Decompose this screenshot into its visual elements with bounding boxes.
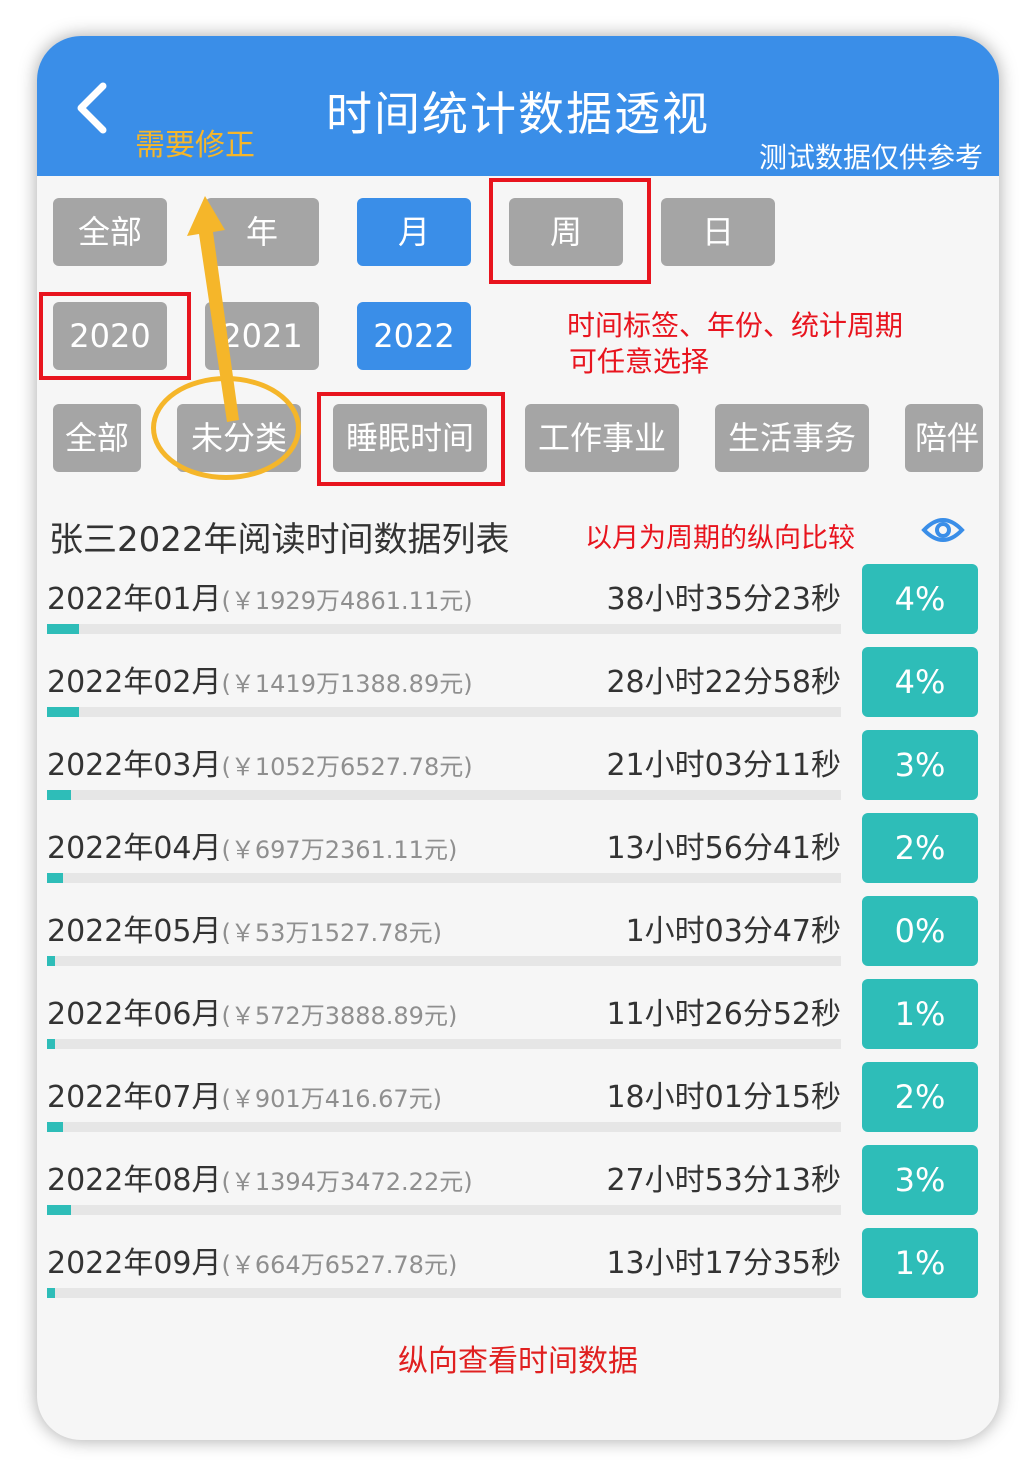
annotation-box-sleep [317, 392, 505, 486]
row-duration: 11小时26分52秒 [606, 997, 841, 1032]
progress-track [47, 1122, 841, 1132]
row-duration: 38小时35分23秒 [606, 582, 841, 617]
row-amount: (￥697万2361.11元) [221, 836, 458, 864]
row-amount: (￥1052万6527.78元) [221, 753, 473, 781]
row-duration: 1小时03分47秒 [625, 914, 841, 949]
category-tab-life[interactable]: 生活事务 [715, 404, 869, 472]
row-period: 2022年08月(￥1394万3472.22元) [47, 1163, 473, 1198]
row-amount: (￥572万3888.89元) [221, 1002, 458, 1030]
table-row[interactable]: 2022年01月(￥1929万4861.11元) 38小时35分23秒 4% [47, 564, 987, 644]
year-tab-2022[interactable]: 2022 [357, 302, 471, 370]
row-duration: 13小时17分35秒 [606, 1246, 841, 1281]
progress-fill [47, 1288, 55, 1298]
table-row[interactable]: 2022年05月(￥53万1527.78元) 1小时03分47秒 0% [47, 896, 987, 976]
progress-track [47, 707, 841, 717]
row-period: 2022年05月(￥53万1527.78元) [47, 914, 443, 949]
table-row[interactable]: 2022年07月(￥901万416.67元) 18小时01分15秒 2% [47, 1062, 987, 1142]
page-subtitle: 测试数据仅供参考 [758, 141, 983, 174]
table-row[interactable]: 2022年02月(￥1419万1388.89元) 28小时22分58秒 4% [47, 647, 987, 727]
row-amount: (￥664万6527.78元) [221, 1251, 458, 1279]
row-amount: (￥1394万3472.22元) [221, 1168, 473, 1196]
eye-icon[interactable] [921, 510, 965, 550]
annotation-box-week [489, 178, 651, 284]
progress-track [47, 1039, 841, 1049]
progress-track [47, 790, 841, 800]
progress-track [47, 873, 841, 883]
percent-badge[interactable]: 4% [862, 564, 978, 634]
row-period: 2022年02月(￥1419万1388.89元) [47, 665, 473, 700]
row-amount: (￥901万416.67元) [221, 1085, 443, 1113]
footer-note: 纵向查看时间数据 [398, 1344, 638, 1379]
row-duration: 28小时22分58秒 [606, 665, 841, 700]
annotation-fix-note: 需要修正 [135, 128, 255, 163]
progress-fill [47, 707, 79, 717]
percent-badge[interactable]: 1% [862, 979, 978, 1049]
progress-track [47, 624, 841, 634]
row-period: 2022年03月(￥1052万6527.78元) [47, 748, 473, 783]
progress-fill [47, 790, 71, 800]
percent-badge[interactable]: 3% [862, 1145, 978, 1215]
row-period: 2022年09月(￥664万6527.78元) [47, 1246, 458, 1281]
annotation-compare-note: 以月为周期的纵向比较 [585, 523, 855, 554]
progress-track [47, 1288, 841, 1298]
percent-badge[interactable]: 2% [862, 813, 978, 883]
progress-track [47, 1205, 841, 1215]
percent-badge[interactable]: 2% [862, 1062, 978, 1132]
row-amount: (￥1929万4861.11元) [221, 587, 473, 615]
category-tab-companion[interactable]: 陪伴 [905, 404, 983, 472]
progress-fill [47, 873, 63, 883]
period-tab-day[interactable]: 日 [661, 198, 775, 266]
category-tab-work[interactable]: 工作事业 [525, 404, 679, 472]
phone-screen: 时间统计数据透视 测试数据仅供参考 全部 年 月 周 日 2020 2021 2… [37, 36, 999, 1440]
progress-fill [47, 956, 55, 966]
table-row[interactable]: 2022年04月(￥697万2361.11元) 13小时56分41秒 2% [47, 813, 987, 893]
annotation-ellipse-uncategorized [151, 376, 301, 480]
percent-badge[interactable]: 4% [862, 647, 978, 717]
row-duration: 27小时53分13秒 [606, 1163, 841, 1198]
row-period: 2022年04月(￥697万2361.11元) [47, 831, 458, 866]
percent-badge[interactable]: 0% [862, 896, 978, 966]
annotation-box-2020 [39, 292, 191, 380]
annotation-selection-note-2: 可任意选择 [569, 345, 710, 378]
row-duration: 21小时03分11秒 [606, 748, 841, 783]
percent-badge[interactable]: 1% [862, 1228, 978, 1298]
table-row[interactable]: 2022年03月(￥1052万6527.78元) 21小时03分11秒 3% [47, 730, 987, 810]
row-duration: 13小时56分41秒 [606, 831, 841, 866]
row-amount: (￥1419万1388.89元) [221, 670, 473, 698]
period-tab-all[interactable]: 全部 [53, 198, 167, 266]
progress-fill [47, 1205, 71, 1215]
row-period: 2022年07月(￥901万416.67元) [47, 1080, 443, 1115]
row-period: 2022年01月(￥1929万4861.11元) [47, 582, 473, 617]
list-title: 张三2022年阅读时间数据列表 [49, 520, 510, 560]
table-row[interactable]: 2022年09月(￥664万6527.78元) 13小时17分35秒 1% [47, 1228, 987, 1308]
category-tab-all[interactable]: 全部 [53, 404, 141, 472]
row-duration: 18小时01分15秒 [606, 1080, 841, 1115]
row-amount: (￥53万1527.78元) [221, 919, 443, 947]
annotation-selection-note-1: 时间标签、年份、统计周期 [567, 309, 904, 342]
progress-fill [47, 1039, 55, 1049]
table-row[interactable]: 2022年06月(￥572万3888.89元) 11小时26分52秒 1% [47, 979, 987, 1059]
percent-badge[interactable]: 3% [862, 730, 978, 800]
row-period: 2022年06月(￥572万3888.89元) [47, 997, 458, 1032]
table-row[interactable]: 2022年08月(￥1394万3472.22元) 27小时53分13秒 3% [47, 1145, 987, 1225]
progress-track [47, 956, 841, 966]
period-tab-month[interactable]: 月 [357, 198, 471, 266]
progress-fill [47, 1122, 63, 1132]
progress-fill [47, 624, 79, 634]
